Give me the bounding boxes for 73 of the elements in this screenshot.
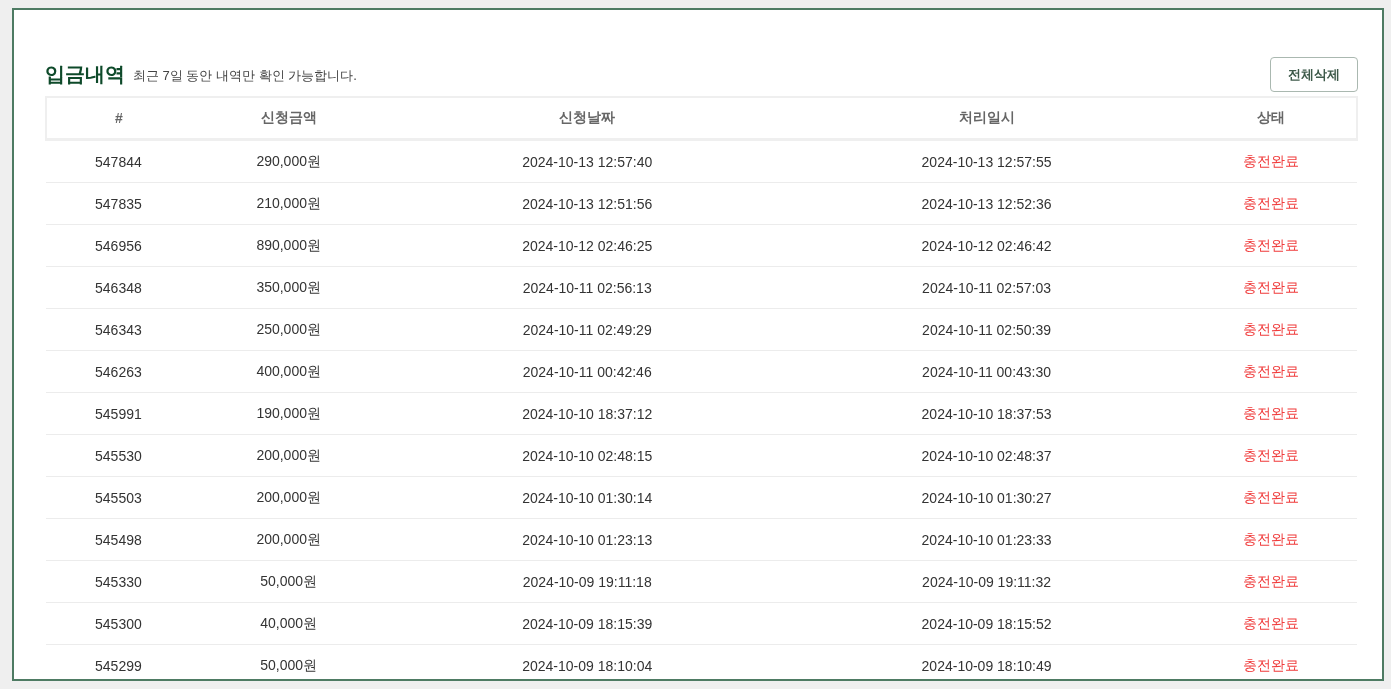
table-cell: 545330	[46, 560, 191, 603]
table-cell: 210,000원	[190, 182, 387, 225]
table-cell: 2024-10-09 19:11:18	[386, 560, 788, 603]
table-cell: 2024-10-10 02:48:15	[386, 434, 788, 477]
table-cell: 547835	[46, 182, 191, 225]
table-cell: 2024-10-09 19:11:32	[787, 560, 1186, 603]
table-cell: 2024-10-10 01:23:13	[386, 518, 788, 561]
page-subtitle: 최근 7일 동안 내역만 확인 가능합니다.	[133, 67, 357, 85]
table-cell: 546348	[46, 266, 191, 309]
table-cell: 546263	[46, 350, 191, 393]
table-cell: 2024-10-11 00:43:30	[787, 350, 1186, 393]
status-cell: 충전완료	[1185, 392, 1357, 435]
table-cell: 2024-10-10 01:23:33	[787, 518, 1186, 561]
table-cell: 2024-10-10 01:30:27	[787, 476, 1186, 519]
status-cell: 충전완료	[1185, 182, 1357, 225]
table-cell: 200,000원	[190, 518, 387, 561]
status-cell: 충전완료	[1185, 266, 1357, 309]
table-cell: 2024-10-09 18:15:39	[386, 602, 788, 645]
table-cell: 545498	[46, 518, 191, 561]
status-cell: 충전완료	[1185, 644, 1357, 681]
table-cell: 2024-10-11 02:49:29	[386, 308, 788, 351]
table-cell: 2024-10-10 18:37:53	[787, 392, 1186, 435]
table-cell: 2024-10-10 01:30:14	[386, 476, 788, 519]
table-cell: 545530	[46, 434, 191, 477]
status-cell: 충전완료	[1185, 224, 1357, 267]
table-cell: 890,000원	[190, 224, 387, 267]
table-cell: 2024-10-13 12:51:56	[386, 182, 788, 225]
table-cell: 545991	[46, 392, 191, 435]
column-header: 처리일시	[787, 97, 1186, 140]
table-cell: 547844	[46, 139, 191, 183]
status-cell: 충전완료	[1185, 139, 1357, 183]
status-cell: 충전완료	[1185, 476, 1357, 519]
table-cell: 2024-10-09 18:15:52	[787, 602, 1186, 645]
status-cell: 충전완료	[1185, 350, 1357, 393]
status-cell: 충전완료	[1185, 434, 1357, 477]
table-cell: 545299	[46, 644, 191, 681]
table-cell: 2024-10-13 12:52:36	[787, 182, 1186, 225]
table-cell: 2024-10-12 02:46:42	[787, 224, 1186, 267]
table-cell: 2024-10-12 02:46:25	[386, 224, 788, 267]
table-cell: 2024-10-13 12:57:40	[386, 139, 788, 183]
table-cell: 2024-10-10 02:48:37	[787, 434, 1186, 477]
table-cell: 2024-10-11 02:50:39	[787, 308, 1186, 351]
status-cell: 충전완료	[1185, 602, 1357, 645]
table-cell: 290,000원	[190, 139, 387, 183]
table-cell: 50,000원	[190, 560, 387, 603]
table-cell: 50,000원	[190, 644, 387, 681]
table-cell: 190,000원	[190, 392, 387, 435]
column-header: #	[46, 97, 191, 140]
column-header: 상태	[1185, 97, 1357, 140]
table-cell: 200,000원	[190, 476, 387, 519]
page-title: 입금내역	[45, 62, 125, 87]
delete-all-button[interactable]: 전체삭제	[1270, 57, 1358, 92]
table-cell: 2024-10-11 00:42:46	[386, 350, 788, 393]
table-cell: 546956	[46, 224, 191, 267]
status-cell: 충전완료	[1185, 518, 1357, 561]
column-header: 신청날짜	[386, 97, 788, 140]
status-cell: 충전완료	[1185, 560, 1357, 603]
table-cell: 2024-10-13 12:57:55	[787, 139, 1186, 183]
table-cell: 250,000원	[190, 308, 387, 351]
table-cell: 200,000원	[190, 434, 387, 477]
table-cell: 2024-10-09 18:10:04	[386, 644, 788, 681]
table-cell: 545503	[46, 476, 191, 519]
status-cell: 충전완료	[1185, 308, 1357, 351]
table-cell: 2024-10-11 02:57:03	[787, 266, 1186, 309]
column-header: 신청금액	[190, 97, 387, 140]
table-cell: 2024-10-10 18:37:12	[386, 392, 788, 435]
table-cell: 546343	[46, 308, 191, 351]
table-cell: 40,000원	[190, 602, 387, 645]
table-cell: 2024-10-09 18:10:49	[787, 644, 1186, 681]
table-cell: 400,000원	[190, 350, 387, 393]
table-cell: 2024-10-11 02:56:13	[386, 266, 788, 309]
table-cell: 545300	[46, 602, 191, 645]
table-cell: 350,000원	[190, 266, 387, 309]
